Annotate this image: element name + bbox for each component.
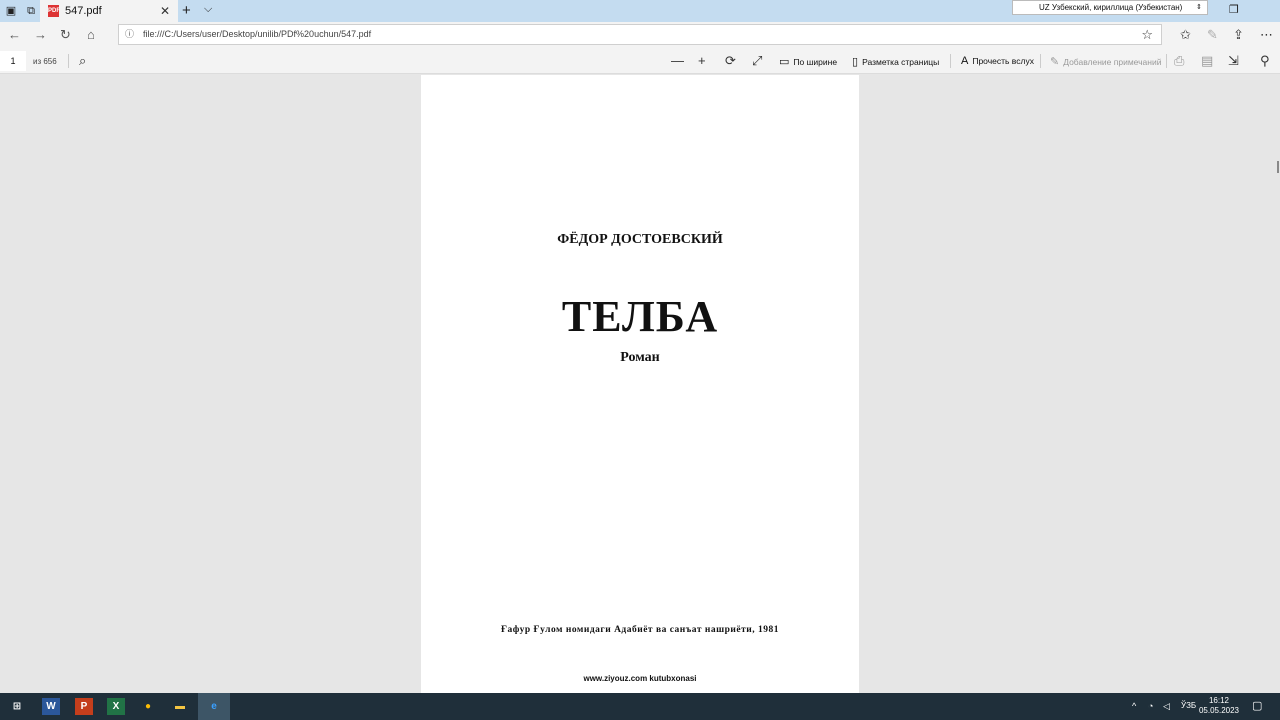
zoom-out-icon[interactable]: —: [671, 53, 684, 68]
page-layout-button[interactable]: ▯ Разметка страницы: [852, 55, 939, 68]
toolbar-divider: [1040, 54, 1041, 68]
tab-preview-icon[interactable]: ⧉: [24, 4, 38, 18]
language-label: UZ Узбекский, кириллица (Узбекистан): [1039, 3, 1183, 12]
address-bar[interactable]: ⓘ file:///C:/Users/user/Desktop/unilib/P…: [118, 24, 1162, 45]
home-icon[interactable]: ⌂: [87, 27, 95, 42]
language-indicator[interactable]: UZ Узбекский, кириллица (Узбекистан) ⇕: [1012, 0, 1208, 15]
tab-title: 547.pdf: [65, 5, 102, 17]
title-bar: ▣ ⧉ PDF 547.pdf ✕ + ⌵ UZ Узбекский, кири…: [0, 0, 1280, 22]
toolbar-divider: [950, 54, 951, 68]
vertical-scrollbar[interactable]: [1277, 161, 1279, 173]
file-explorer-icon[interactable]: ▬: [171, 698, 189, 715]
forward-icon[interactable]: →: [34, 27, 47, 42]
book-title: ТЕЛБА: [561, 292, 719, 341]
window-menu-icon[interactable]: ▣: [4, 4, 18, 18]
tab-list-chevron-icon[interactable]: ⌵: [204, 3, 212, 16]
show-hidden-icons-icon[interactable]: ^: [1132, 701, 1136, 711]
toolbar-divider: [68, 54, 69, 68]
close-tab-icon[interactable]: ✕: [160, 4, 170, 18]
fit-width-icon: ▭: [779, 56, 790, 68]
start-icon[interactable]: ⊞: [8, 698, 26, 715]
page-number-input[interactable]: 1: [0, 51, 26, 71]
input-language[interactable]: ЎЗБ: [1181, 701, 1196, 710]
chrome-icon[interactable]: ●: [139, 698, 157, 715]
add-notes-button[interactable]: ✎ Добавление примечаний: [1050, 55, 1161, 68]
read-aloud-icon: A: [961, 55, 969, 67]
read-aloud-button[interactable]: A Прочесть вслух: [961, 55, 1034, 67]
new-tab-icon[interactable]: +: [182, 2, 191, 19]
taskbar: ⊞ W P X ● ▬ e ^ ◔ ◁ ЎЗБ 16:12 05.05.2023…: [0, 693, 1280, 720]
read-aloud-label: Прочесть вслух: [972, 56, 1034, 66]
search-icon[interactable]: ⌕: [79, 53, 86, 69]
network-icon[interactable]: ◔: [1148, 701, 1153, 711]
share-icon[interactable]: ⇪: [1233, 27, 1244, 43]
save-as-icon[interactable]: ⇲: [1228, 53, 1239, 69]
pen-icon[interactable]: ✎: [1207, 27, 1218, 43]
powerpoint-icon[interactable]: P: [75, 698, 93, 715]
refresh-icon[interactable]: ↻: [60, 27, 71, 43]
toolbar-divider: [1166, 54, 1167, 68]
rotate-icon[interactable]: ⟳: [725, 53, 736, 69]
fullscreen-icon[interactable]: ⤢: [752, 53, 762, 69]
clock-date: 05.05.2023: [1198, 706, 1240, 715]
book-publisher: Ғафур Ғулом номидаги Адабиёт ва санъат н…: [501, 625, 779, 635]
page-layout-label: Разметка страницы: [862, 56, 940, 67]
pin-toolbar-icon[interactable]: ⚲: [1260, 53, 1270, 69]
zoom-in-icon[interactable]: +: [698, 53, 706, 68]
pdf-page: ФЁДОР ДОСТОЕВСКИЙ ТЕЛБА Роман Ғафур Ғуло…: [421, 75, 859, 693]
navigation-bar: ← → ↻ ⌂ ⓘ file:///C:/Users/user/Desktop/…: [0, 22, 1280, 48]
page-layout-icon: ▯: [852, 56, 859, 68]
fit-width-button[interactable]: ▭ По ширине: [779, 55, 837, 68]
word-icon[interactable]: W: [42, 698, 60, 715]
edge-icon[interactable]: e: [198, 693, 230, 720]
book-author: ФЁДОР ДОСТОЕВСКИЙ: [557, 232, 723, 247]
excel-icon[interactable]: X: [107, 698, 125, 715]
page-count: из 656: [33, 57, 57, 66]
language-arrows-icon: ⇕: [1196, 4, 1202, 11]
address-url: file:///C:/Users/user/Desktop/unilib/PDf…: [143, 29, 372, 39]
add-notes-label: Добавление примечаний: [1063, 56, 1162, 67]
tab-pdf[interactable]: PDF 547.pdf ✕: [40, 0, 178, 22]
back-icon[interactable]: ←: [8, 27, 21, 42]
info-icon[interactable]: ⓘ: [125, 25, 134, 44]
favorite-star-icon[interactable]: ☆: [1141, 25, 1153, 44]
clock-time: 16:12: [1208, 696, 1230, 705]
more-menu-icon[interactable]: ⋯: [1260, 27, 1273, 43]
favorites-icon[interactable]: ✩: [1180, 27, 1191, 43]
notifications-icon[interactable]: ▢: [1252, 699, 1262, 712]
pdf-toolbar: 1 из 656 ⌕ — + ⟳ ⤢ ▭ По ширине ▯ Разметк…: [0, 48, 1280, 74]
volume-icon[interactable]: ◁: [1163, 701, 1170, 712]
pdf-file-icon: PDF: [48, 5, 60, 17]
pdf-viewer[interactable]: ФЁДОР ДОСТОЕВСКИЙ ТЕЛБА Роман Ғафур Ғуло…: [0, 75, 1280, 693]
print-icon[interactable]: ⎙: [1174, 53, 1184, 69]
source-site: www.ziyouz.com kutubxonasi: [583, 674, 697, 683]
book-subtitle: Роман: [620, 350, 660, 365]
system-clock[interactable]: 16:12 05.05.2023: [1196, 696, 1242, 716]
add-notes-icon: ✎: [1050, 56, 1060, 68]
save-icon[interactable]: ▤: [1201, 53, 1213, 69]
fit-width-label: По ширине: [793, 56, 838, 67]
restore-window-icon[interactable]: ❐: [1229, 3, 1239, 16]
